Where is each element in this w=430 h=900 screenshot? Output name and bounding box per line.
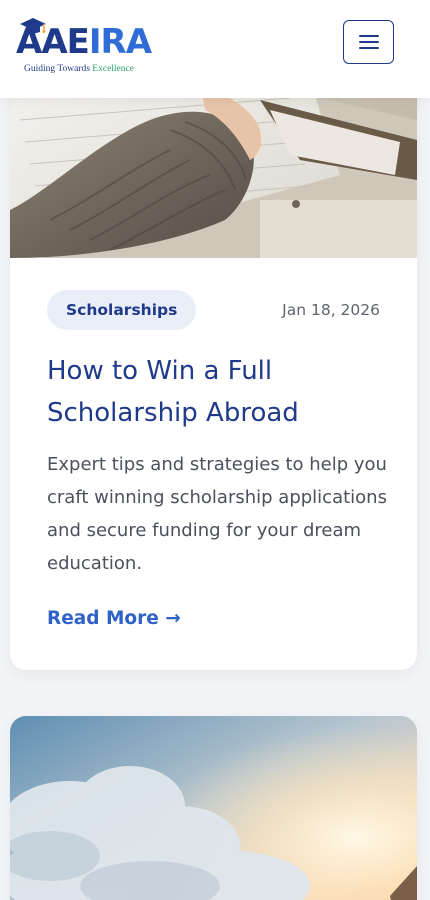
site-header: AAEIRA Guiding Towards Excellence xyxy=(0,0,430,98)
menu-toggle-button[interactable] xyxy=(343,20,394,64)
blog-card-image[interactable] xyxy=(10,716,417,900)
post-excerpt: Expert tips and strategies to help you c… xyxy=(47,454,387,574)
read-more-link[interactable]: Read More → xyxy=(47,608,181,629)
logo-tagline: Guiding Towards Excellence xyxy=(24,64,134,74)
logo-tagline-accent: Excellence xyxy=(92,64,134,74)
brand-logo[interactable]: AAEIRA Guiding Towards Excellence xyxy=(16,18,166,80)
graduation-cap-icon xyxy=(20,18,46,34)
person-writing-photo xyxy=(10,80,417,258)
hamburger-menu-icon xyxy=(358,35,379,49)
post-title[interactable]: How to Win a Full Scholarship Abroad xyxy=(47,350,387,434)
blog-card-image[interactable] xyxy=(10,80,417,258)
page: Scholarships Jan 18, 2026 How to Win a F… xyxy=(0,0,430,900)
logo-tagline-main: Guiding Towards xyxy=(24,64,93,74)
logo-wordmark-ira: IRA xyxy=(88,22,152,62)
post-date: Jan 18, 2026 xyxy=(282,301,380,319)
blog-card xyxy=(10,716,417,900)
logo-wordmark-e: E xyxy=(66,22,90,62)
category-badge[interactable]: Scholarships xyxy=(47,290,197,330)
blog-card: Scholarships Jan 18, 2026 How to Win a F… xyxy=(10,80,417,670)
sky-clouds-photo xyxy=(10,716,417,900)
